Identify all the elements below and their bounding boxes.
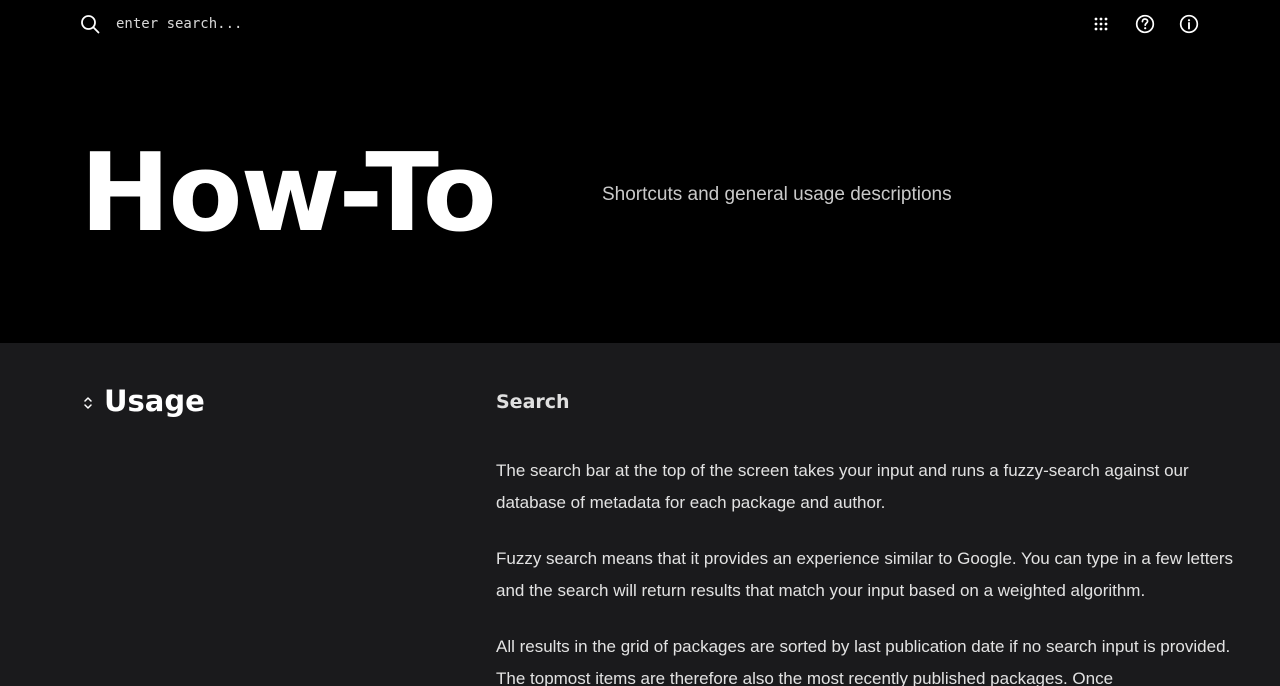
- section-body: The search bar at the top of the screen …: [496, 455, 1236, 686]
- search-input[interactable]: [108, 12, 416, 36]
- page-title: How-To: [80, 131, 497, 256]
- section-title: Usage: [104, 384, 205, 418]
- search-icon[interactable]: [80, 14, 100, 34]
- grid-icon[interactable]: [1090, 13, 1112, 35]
- usage-section: Usage Search The search bar at the top o…: [0, 343, 1280, 686]
- info-icon[interactable]: [1178, 13, 1200, 35]
- top-bar: [0, 0, 1280, 48]
- paragraph: Fuzzy search means that it provides an e…: [496, 549, 1234, 600]
- page-subtitle: Shortcuts and general usage descriptions: [602, 184, 952, 205]
- paragraph: All results in the grid of packages are …: [496, 637, 1231, 686]
- expand-collapse-icon[interactable]: [82, 395, 94, 411]
- paragraph: The search bar at the top of the screen …: [496, 461, 1189, 512]
- header-icons: [1090, 13, 1200, 35]
- help-icon[interactable]: [1134, 13, 1156, 35]
- hero-banner: How-To Shortcuts and general usage descr…: [0, 0, 1280, 343]
- subsection-title: Search: [496, 391, 570, 413]
